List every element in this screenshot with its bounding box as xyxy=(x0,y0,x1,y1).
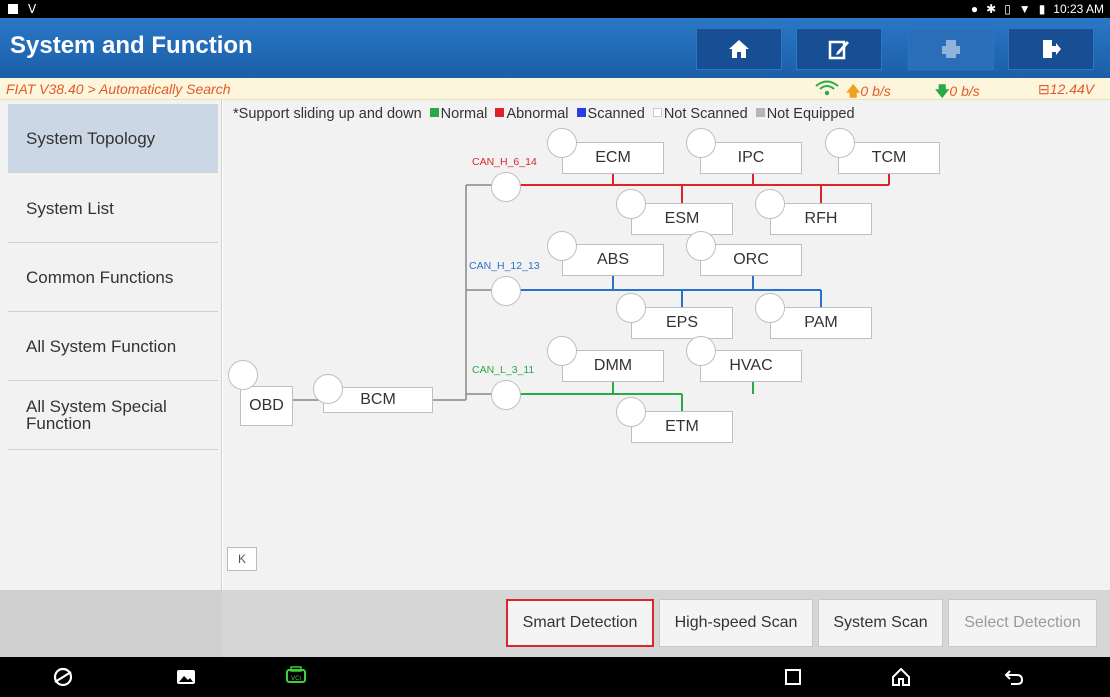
module-obd[interactable]: OBD xyxy=(240,386,293,426)
download-arrow-icon: 🡇 xyxy=(935,83,950,99)
bus-junction-can-h-6-14 xyxy=(491,172,521,202)
print-button[interactable] xyxy=(908,28,994,70)
edit-icon xyxy=(828,40,849,60)
voltage-readout: ⊟12.44V xyxy=(1038,81,1095,97)
status-indicator-dmm xyxy=(547,336,577,366)
app-header: System and Function xyxy=(0,18,1110,78)
clock: 10:23 AM xyxy=(1053,2,1104,16)
status-bar: ᐯ ● ✱ ▯ ▼ ▮ 10:23 AM xyxy=(0,0,1110,18)
svg-text:VCI: VCI xyxy=(291,675,301,682)
bus-label-can-h-12-13: CAN_H_12_13 xyxy=(469,260,540,272)
upload-arrow-icon: 🡅 xyxy=(846,83,861,99)
module-ecm[interactable]: ECM xyxy=(562,142,664,174)
bus-junction-can-h-12-13 xyxy=(491,276,521,306)
module-dmm[interactable]: DMM xyxy=(562,350,664,382)
status-indicator-pam xyxy=(755,293,785,323)
status-indicator-etm xyxy=(616,397,646,427)
breadcrumb-bar: FIAT V38.40 > Automatically Search 🡅0 b/… xyxy=(0,78,1110,100)
status-indicator-tcm xyxy=(825,128,855,158)
notification-icon xyxy=(8,4,18,14)
recents-icon[interactable] xyxy=(782,666,804,688)
exit-button[interactable] xyxy=(1008,28,1094,70)
status-indicator-ipc xyxy=(686,128,716,158)
smart-detection-button[interactable]: Smart Detection xyxy=(506,599,654,647)
sidebar-item-system-list[interactable]: System List xyxy=(8,174,218,243)
module-rfh[interactable]: RFH xyxy=(770,203,872,235)
footer-left-panel xyxy=(0,590,222,657)
status-indicator-rfh xyxy=(755,189,785,219)
action-bar: Smart Detection High-speed Scan System S… xyxy=(0,590,1110,657)
print-icon xyxy=(942,40,960,58)
home-icon xyxy=(729,40,749,58)
vci-signal-icon xyxy=(814,80,840,99)
sidebar-item-all-system-function[interactable]: All System Function xyxy=(8,312,218,381)
sidebar-item-common-functions[interactable]: Common Functions xyxy=(8,243,218,312)
location-icon: ● xyxy=(970,2,979,16)
system-nav-bar: VCI xyxy=(0,657,1110,697)
bus-junction-can-l-3-11 xyxy=(491,380,521,410)
module-eps[interactable]: EPS xyxy=(631,307,733,339)
edit-report-button[interactable] xyxy=(796,28,882,70)
gallery-icon[interactable] xyxy=(175,666,197,688)
module-abs[interactable]: ABS xyxy=(562,244,664,276)
browser-icon[interactable] xyxy=(52,666,74,688)
topology-panel: *Support sliding up and down Normal Abno… xyxy=(223,100,1110,590)
home-nav-icon[interactable] xyxy=(890,666,912,688)
back-icon[interactable] xyxy=(1003,666,1025,688)
system-scan-button[interactable]: System Scan xyxy=(818,599,943,647)
vci-icon[interactable]: VCI xyxy=(284,666,308,688)
breadcrumb: FIAT V38.40 > Automatically Search xyxy=(6,81,231,97)
module-esm[interactable]: ESM xyxy=(631,203,733,235)
collapse-sidebar-button[interactable]: K xyxy=(227,547,257,571)
home-button[interactable] xyxy=(696,28,782,70)
module-pam[interactable]: PAM xyxy=(770,307,872,339)
usb-icon: ᐯ xyxy=(28,2,37,16)
status-indicator-orc xyxy=(686,231,716,261)
sidebar: System Topology System List Common Funct… xyxy=(0,100,222,590)
sidebar-item-all-system-special-function[interactable]: All System Special Function xyxy=(8,381,218,450)
status-indicator-ecm xyxy=(547,128,577,158)
sidebar-item-system-topology[interactable]: System Topology xyxy=(8,104,218,173)
topology-lines xyxy=(293,170,890,411)
page-title: System and Function xyxy=(10,32,253,59)
status-indicator-bcm xyxy=(313,374,343,404)
select-detection-button[interactable]: Select Detection xyxy=(948,599,1097,647)
status-indicator-abs xyxy=(547,231,577,261)
bus-label-can-h-6-14: CAN_H_6_14 xyxy=(472,156,537,168)
bus-label-can-l-3-11: CAN_L_3_11 xyxy=(472,364,535,376)
wifi-status-icon: ▼ xyxy=(1018,2,1031,16)
exit-icon xyxy=(1043,40,1061,58)
module-etm[interactable]: ETM xyxy=(631,411,733,443)
status-indicator-esm xyxy=(616,189,646,219)
high-speed-scan-button[interactable]: High-speed Scan xyxy=(659,599,813,647)
status-indicator-obd xyxy=(228,360,258,390)
status-indicator-hvac xyxy=(686,336,716,366)
battery-icon: ▮ xyxy=(1038,2,1046,16)
bluetooth-icon: ✱ xyxy=(986,2,997,16)
status-indicator-eps xyxy=(616,293,646,323)
battery-voltage-icon: ⊟ xyxy=(1038,81,1050,97)
vibrate-icon: ▯ xyxy=(1004,2,1011,16)
